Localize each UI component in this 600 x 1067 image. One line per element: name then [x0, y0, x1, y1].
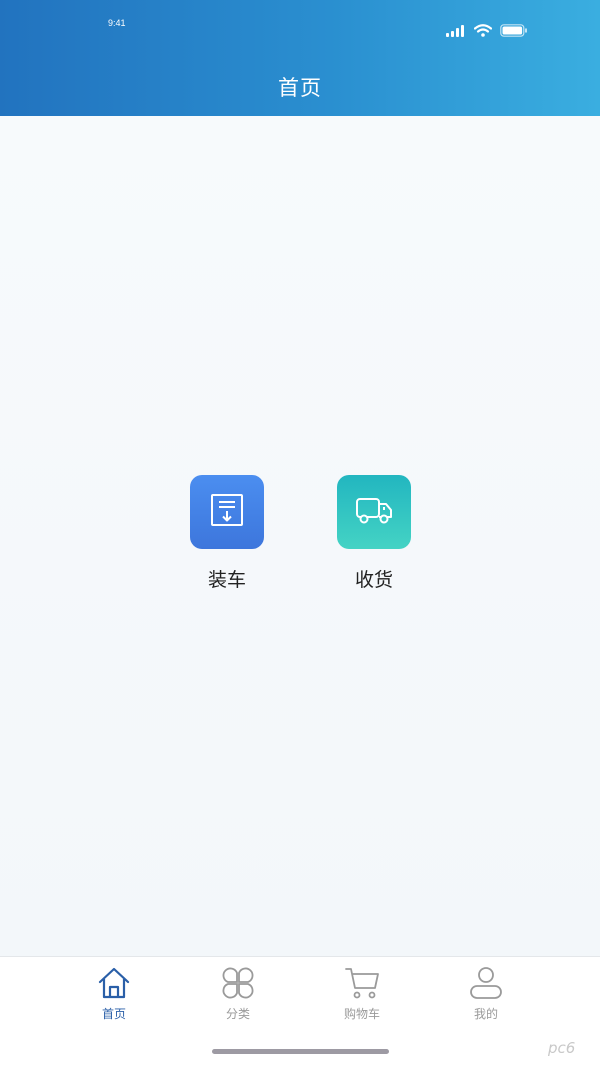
tab-cart[interactable]: 购物车 [317, 963, 407, 1022]
status-time: 9:41 [108, 18, 126, 28]
status-icons [446, 22, 528, 41]
tab-category[interactable]: 分类 [193, 963, 283, 1022]
status-bar: 9:41 [0, 0, 600, 44]
tab-home-label: 首页 [101, 1007, 126, 1021]
home-icon [69, 963, 159, 1003]
tab-mine-label: 我的 [473, 1007, 498, 1021]
tab-category-label: 分类 [225, 1007, 250, 1021]
receive-action-tile[interactable] [337, 475, 411, 549]
tab-mine[interactable]: 我的 [441, 963, 531, 1022]
signal-icon [446, 22, 466, 41]
load-action[interactable]: 装车 [167, 475, 287, 592]
load-action-label: 装车 [207, 569, 246, 591]
cart-icon [317, 963, 407, 1003]
home-indicator [212, 1049, 389, 1054]
main-content: 装车 收货 [0, 116, 600, 956]
truck-icon [353, 490, 395, 534]
battery-icon [500, 22, 528, 41]
tab-home[interactable]: 首页 [69, 963, 159, 1022]
load-box-icon [207, 490, 247, 534]
svg-text:pc6: pc6 [547, 1039, 575, 1057]
app-header: 9:41 首页 [0, 0, 600, 116]
load-action-tile[interactable] [190, 475, 264, 549]
profile-icon [441, 963, 531, 1003]
receive-action[interactable]: 收货 [314, 475, 434, 592]
wifi-icon [473, 22, 493, 41]
watermark-logo: pc6 [546, 1037, 594, 1059]
page-title: 首页 [278, 76, 322, 100]
tab-cart-label: 购物车 [343, 1007, 380, 1021]
category-icon [193, 963, 283, 1003]
receive-action-label: 收货 [354, 569, 393, 591]
